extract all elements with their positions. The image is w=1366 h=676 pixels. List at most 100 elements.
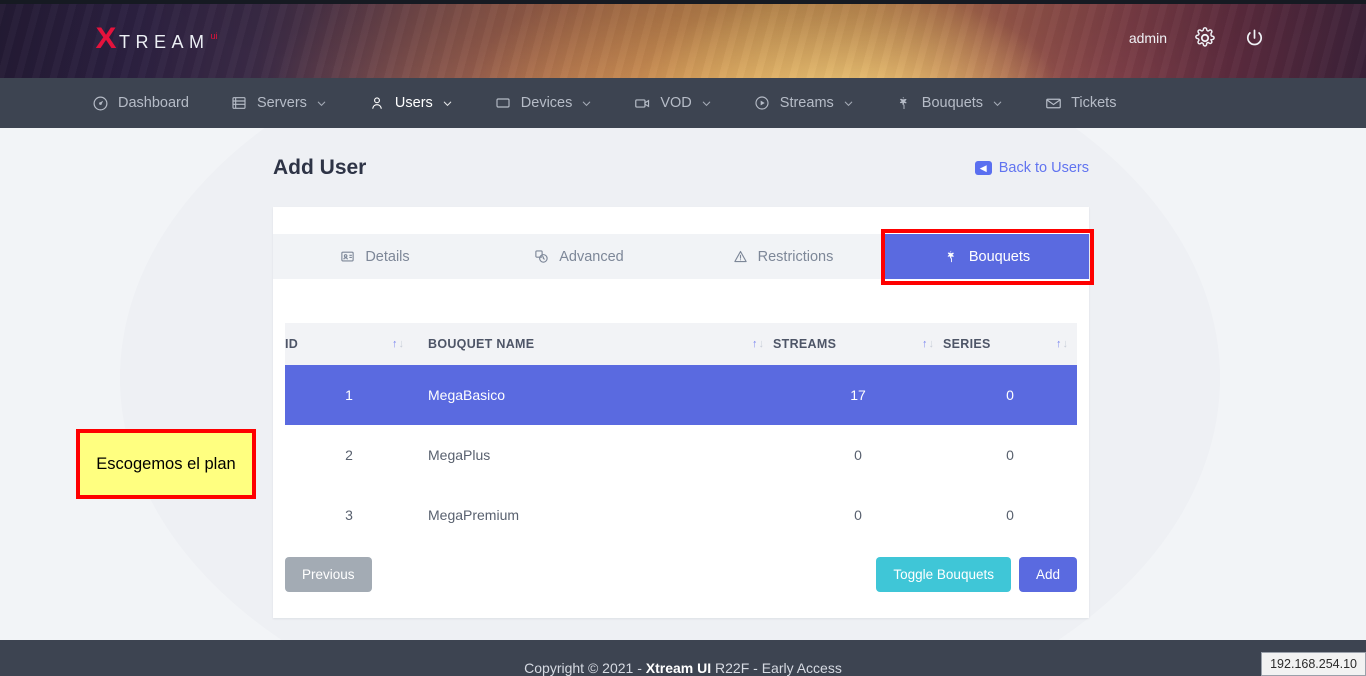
logo-x-mark: X (95, 22, 117, 55)
column-label: STREAMS (773, 337, 837, 351)
logo-superscript: ui (210, 31, 218, 41)
cell-series: 0 (1006, 387, 1014, 403)
table-body: 1 MegaBasico 17 0 2 MegaPlus 0 0 3 MegaP… (285, 365, 1077, 545)
header-actions: admin (1129, 26, 1266, 50)
back-to-users-link[interactable]: ◀ Back to Users (974, 160, 1089, 176)
gear-icon[interactable] (1193, 26, 1217, 50)
tab-bouquets[interactable]: Bouquets (885, 234, 1089, 279)
nav-label: Dashboard (118, 95, 189, 111)
nav-item-devices[interactable]: Devices (474, 78, 614, 128)
nav-item-vod[interactable]: VOD (613, 78, 732, 128)
table-row[interactable]: 2 MegaPlus 0 0 (285, 425, 1077, 485)
table-row[interactable]: 3 MegaPremium 0 0 (285, 485, 1077, 545)
cell-series: 0 (1006, 447, 1014, 463)
add-button[interactable]: Add (1018, 557, 1077, 592)
play-circle-icon (754, 95, 771, 112)
add-user-card: Details Advanced Restrictions Bouquets I… (273, 207, 1094, 618)
power-icon[interactable] (1243, 27, 1266, 50)
card-action-bar: Previous Toggle Bouquets Add (285, 557, 1077, 592)
bouquets-table: ID ↑↓ BOUQUET NAME ↑↓ STREAMS ↑↓ SERIES … (285, 323, 1077, 545)
nav-item-tickets[interactable]: Tickets (1024, 78, 1137, 128)
annotation-note: Escogemos el plan (76, 429, 256, 499)
cell-streams: 0 (854, 447, 862, 463)
previous-button[interactable]: Previous (285, 557, 372, 592)
tab-label: Bouquets (968, 248, 1031, 265)
bouquet-icon (896, 95, 913, 112)
nav-label: VOD (660, 95, 692, 111)
cell-bouquet-name: MegaPlus (428, 447, 491, 463)
server-list-icon (231, 95, 248, 112)
table-head: ID ↑↓ BOUQUET NAME ↑↓ STREAMS ↑↓ SERIES … (285, 323, 1077, 365)
nav-label: Servers (256, 95, 307, 111)
envelope-icon (1045, 95, 1062, 112)
cell-id: 3 (345, 507, 353, 523)
cell-bouquet-name: MegaPremium (428, 507, 520, 523)
column-header-series[interactable]: SERIES ↑↓ (943, 323, 1077, 365)
id-card-icon (340, 249, 355, 264)
gauge-icon (92, 95, 109, 112)
sort-toggle-icon[interactable]: ↑↓ (922, 338, 943, 350)
nav-label: Bouquets (921, 95, 984, 111)
page-header: Add User ◀ Back to Users (273, 156, 1089, 180)
card-top-strip (273, 207, 1089, 234)
cell-streams: 17 (850, 387, 866, 403)
logo-wordmark: TREAM (119, 32, 210, 52)
chevron-down-icon (316, 98, 327, 109)
chevron-down-icon (442, 98, 453, 109)
nav-label: Streams (779, 95, 834, 111)
copyright-prefix: Copyright © 2021 - (524, 660, 646, 676)
bouquet-icon (944, 249, 959, 264)
cell-streams: 0 (854, 507, 862, 523)
nav-item-dashboard[interactable]: Dashboard (71, 78, 210, 128)
warning-icon (733, 249, 748, 264)
nav-label: Users (394, 95, 433, 111)
chevron-down-icon (581, 98, 592, 109)
tab-label: Advanced (559, 248, 624, 265)
cell-series: 0 (1006, 507, 1014, 523)
current-username: admin (1128, 30, 1167, 46)
tab-label: Details (365, 248, 410, 265)
tab-details[interactable]: Details (273, 234, 477, 279)
sort-toggle-icon[interactable]: ↑↓ (392, 338, 413, 350)
bouquets-table-container: ID ↑↓ BOUQUET NAME ↑↓ STREAMS ↑↓ SERIES … (273, 279, 1089, 545)
timer-icon (534, 249, 549, 264)
copyright-text: Copyright © 2021 - Xtream UI R22F - Earl… (524, 660, 842, 676)
page-title: Add User (273, 156, 367, 179)
tab-advanced[interactable]: Advanced (477, 234, 681, 279)
brand-name: Xtream UI (645, 660, 712, 676)
nav-item-streams[interactable]: Streams (733, 78, 875, 128)
copyright-suffix: R22F - Early Access (711, 660, 842, 676)
tab-label: Restrictions (757, 248, 834, 265)
user-icon (369, 95, 386, 112)
column-header-bouquet-name[interactable]: BOUQUET NAME ↑↓ (413, 323, 773, 365)
app-root: X TREAM ui admin Dashboard Servers Users… (0, 0, 1366, 676)
app-logo[interactable]: X TREAM ui (95, 22, 218, 55)
page-content: Add User ◀ Back to Users Details Advance… (0, 128, 1366, 640)
toggle-bouquets-button[interactable]: Toggle Bouquets (876, 557, 1011, 592)
primary-actions: Toggle Bouquets Add (876, 557, 1077, 592)
chevron-down-icon (992, 98, 1003, 109)
nav-label: Tickets (1071, 95, 1117, 111)
column-header-streams[interactable]: STREAMS ↑↓ (773, 323, 943, 365)
main-navigation: Dashboard Servers Users Devices VOD Stre… (0, 78, 1366, 137)
banner-top-line (0, 0, 1366, 4)
chevron-down-icon (843, 98, 854, 109)
column-label: ID (285, 337, 299, 351)
sort-toggle-icon[interactable]: ↑↓ (752, 338, 773, 350)
chevron-down-icon (701, 98, 712, 109)
cell-id: 2 (345, 447, 353, 463)
column-header-id[interactable]: ID ↑↓ (285, 323, 413, 365)
page-footer: Copyright © 2021 - Xtream UI R22F - Earl… (0, 640, 1366, 676)
nav-item-users[interactable]: Users (348, 78, 474, 137)
status-ip-tooltip: 192.168.254.10 (1261, 652, 1366, 676)
nav-label: Devices (520, 95, 573, 111)
sort-toggle-icon[interactable]: ↑↓ (1056, 338, 1077, 350)
cell-bouquet-name: MegaBasico (428, 387, 506, 403)
nav-item-servers[interactable]: Servers (210, 78, 348, 128)
column-label: SERIES (943, 337, 991, 351)
tab-restrictions[interactable]: Restrictions (681, 234, 885, 279)
cell-id: 1 (345, 387, 353, 403)
nav-item-bouquets[interactable]: Bouquets (875, 78, 1024, 128)
table-row[interactable]: 1 MegaBasico 17 0 (285, 365, 1077, 425)
table-header-row: ID ↑↓ BOUQUET NAME ↑↓ STREAMS ↑↓ SERIES … (285, 323, 1077, 365)
